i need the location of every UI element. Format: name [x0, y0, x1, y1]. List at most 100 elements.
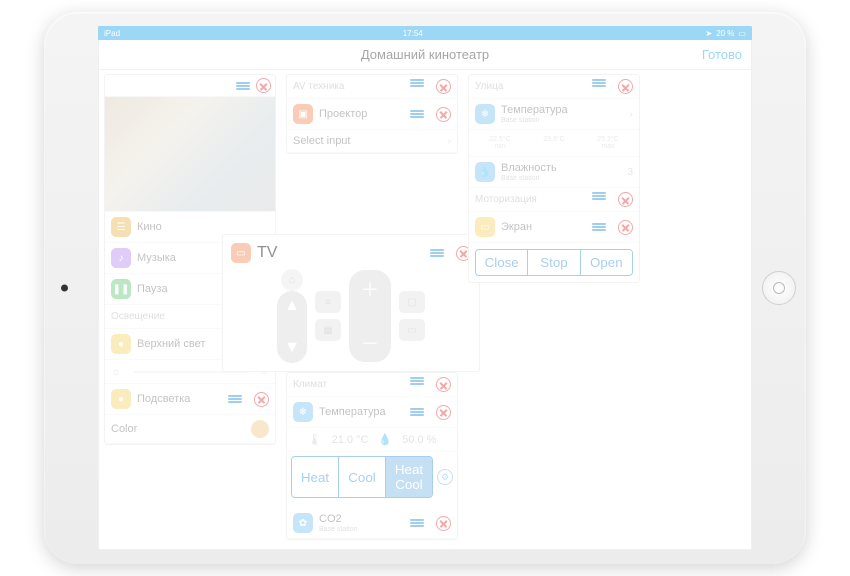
status-right: ➤ 20 % ▭: [705, 29, 746, 38]
scene-label: Кино: [137, 221, 162, 233]
drag-handle-icon[interactable]: [228, 395, 242, 403]
menu-button[interactable]: ≡: [315, 291, 341, 313]
drag-handle-icon[interactable]: [410, 110, 424, 118]
climate-panel: Климат ❄ Температура 🌡 21.0 °C 💧: [286, 372, 458, 540]
drag-handle-icon[interactable]: [592, 192, 606, 207]
screen-stop[interactable]: Stop: [527, 250, 579, 275]
delete-button[interactable]: [436, 377, 451, 392]
camera-button[interactable]: ▢: [399, 291, 425, 313]
drag-handle-icon[interactable]: [410, 519, 424, 527]
chevron-right-icon: ›: [630, 109, 633, 120]
color-swatch[interactable]: [251, 420, 269, 438]
sun-low-icon: ☼: [111, 366, 121, 378]
screen-close[interactable]: Close: [476, 250, 527, 275]
screen-open[interactable]: Open: [580, 250, 632, 275]
av-panel: AV техника ▣ Проектор Select input ›: [286, 74, 458, 154]
tv-icon: ▭: [231, 243, 251, 263]
grid-button[interactable]: ▦: [315, 319, 341, 341]
page-title: Домашний кинотеатр: [361, 47, 489, 62]
status-carrier: iPad: [104, 29, 120, 38]
delete-button[interactable]: [618, 192, 633, 207]
bulb-icon: ●: [111, 389, 131, 409]
thermo-icon: ❄: [293, 402, 313, 422]
drag-handle-icon[interactable]: [236, 82, 250, 90]
delete-button[interactable]: [436, 107, 451, 122]
screen-control-segment[interactable]: Close Stop Open: [475, 249, 633, 276]
mode-heatcool[interactable]: Heat Cool: [385, 457, 432, 497]
delete-button[interactable]: [436, 79, 451, 94]
drag-handle-icon[interactable]: [592, 223, 606, 231]
screen: iPad 17:54 ➤ 20 % ▭ Домашний кинотеатр Г…: [98, 26, 752, 550]
panel-header: [105, 75, 275, 97]
status-bar: iPad 17:54 ➤ 20 % ▭: [98, 26, 752, 40]
screen-row[interactable]: ▭ Экран: [469, 212, 639, 243]
humidity-value: 3: [627, 167, 633, 178]
temp-minmax: 22.5°Cmin 23.8°C 25.2°Cmax: [469, 130, 639, 157]
minus-icon: －: [361, 330, 379, 356]
arrow-up-icon: ▲: [284, 297, 300, 315]
status-time: 17:54: [403, 29, 423, 38]
source-button[interactable]: ▭: [399, 319, 425, 341]
section-av: AV техника: [287, 75, 457, 99]
drag-handle-icon[interactable]: [592, 79, 606, 94]
screen-icon: ▭: [475, 217, 495, 237]
bulb-icon: ●: [111, 334, 131, 354]
light-accent-row[interactable]: ● Подсветка: [105, 384, 275, 415]
street-panel: Улица ❄ Температура Base station › 22.5°: [468, 74, 640, 283]
content-area: ☰ Кино ♪ Музыка ❚❚ Пауза Освещение: [98, 70, 752, 550]
status-battery: 20 %: [716, 29, 734, 38]
climate-readings: 🌡 21.0 °C 💧 50.0 %: [287, 428, 457, 452]
projector-row[interactable]: ▣ Проектор: [287, 99, 457, 130]
drag-handle-icon[interactable]: [410, 408, 424, 416]
home-button[interactable]: [762, 271, 796, 305]
projector-icon: ▣: [293, 104, 313, 124]
droplet-icon: 💧: [378, 433, 392, 446]
music-icon: ♪: [111, 248, 131, 268]
hvac-mode-segment[interactable]: Heat Cool Heat Cool: [291, 456, 433, 498]
drag-handle-icon[interactable]: [410, 377, 424, 392]
street-temp-row[interactable]: ❄ Температура Base station ›: [469, 99, 639, 130]
arrow-down-icon: ▼: [284, 339, 300, 357]
delete-button[interactable]: [436, 516, 451, 531]
channel-rocker[interactable]: ▲ ▼: [277, 291, 307, 363]
chevron-right-icon: ›: [448, 136, 451, 147]
delete-button[interactable]: [618, 79, 633, 94]
section-motorization: Моторизация: [469, 188, 639, 212]
delete-button[interactable]: [436, 405, 451, 420]
settings-icon[interactable]: ⚙: [437, 469, 453, 485]
select-input-row[interactable]: Select input ›: [287, 130, 457, 153]
pause-icon: ❚❚: [111, 279, 131, 299]
remote-controls: ⌂ ▲ ▼ ≡ ▦ ＋ － ▢: [231, 269, 471, 363]
drag-handle-icon[interactable]: [430, 249, 444, 257]
plus-icon: ＋: [361, 276, 379, 302]
volume-rocker[interactable]: ＋ －: [349, 270, 391, 362]
mode-cool[interactable]: Cool: [338, 457, 385, 497]
co2-icon: ✿: [293, 513, 313, 533]
co2-row[interactable]: ✿ CO2 Base station: [287, 508, 457, 539]
room-photo: [105, 97, 275, 212]
delete-button[interactable]: [254, 392, 269, 407]
humidity-icon: 💧: [475, 162, 495, 182]
climate-temp-row[interactable]: ❄ Температура: [287, 397, 457, 428]
scene-label: Музыка: [137, 252, 176, 264]
film-icon: ☰: [111, 217, 131, 237]
section-climate: Климат: [287, 373, 457, 397]
color-row[interactable]: Color: [105, 415, 275, 444]
drag-handle-icon[interactable]: [410, 79, 424, 94]
remote-header: ▭ TV: [231, 243, 471, 263]
delete-button[interactable]: [256, 78, 271, 93]
thermometer-icon: 🌡: [308, 433, 322, 446]
mode-heat[interactable]: Heat: [292, 457, 338, 497]
tv-label: TV: [257, 244, 277, 262]
thermo-icon: ❄: [475, 104, 495, 124]
tv-remote-panel: ▭ TV ⌂ ▲ ▼ ≡ ▦: [222, 234, 480, 372]
done-button[interactable]: Готово: [702, 47, 742, 62]
humidity-row[interactable]: 💧 Влажность Base station 3: [469, 157, 639, 188]
camera-dot: [61, 285, 68, 292]
section-street: Улица: [469, 75, 639, 99]
location-icon: ➤: [705, 29, 712, 38]
home-icon-button[interactable]: ⌂: [281, 269, 303, 291]
delete-button[interactable]: [618, 220, 633, 235]
page-header: Домашний кинотеатр Готово: [98, 40, 752, 70]
battery-icon: ▭: [738, 29, 746, 38]
